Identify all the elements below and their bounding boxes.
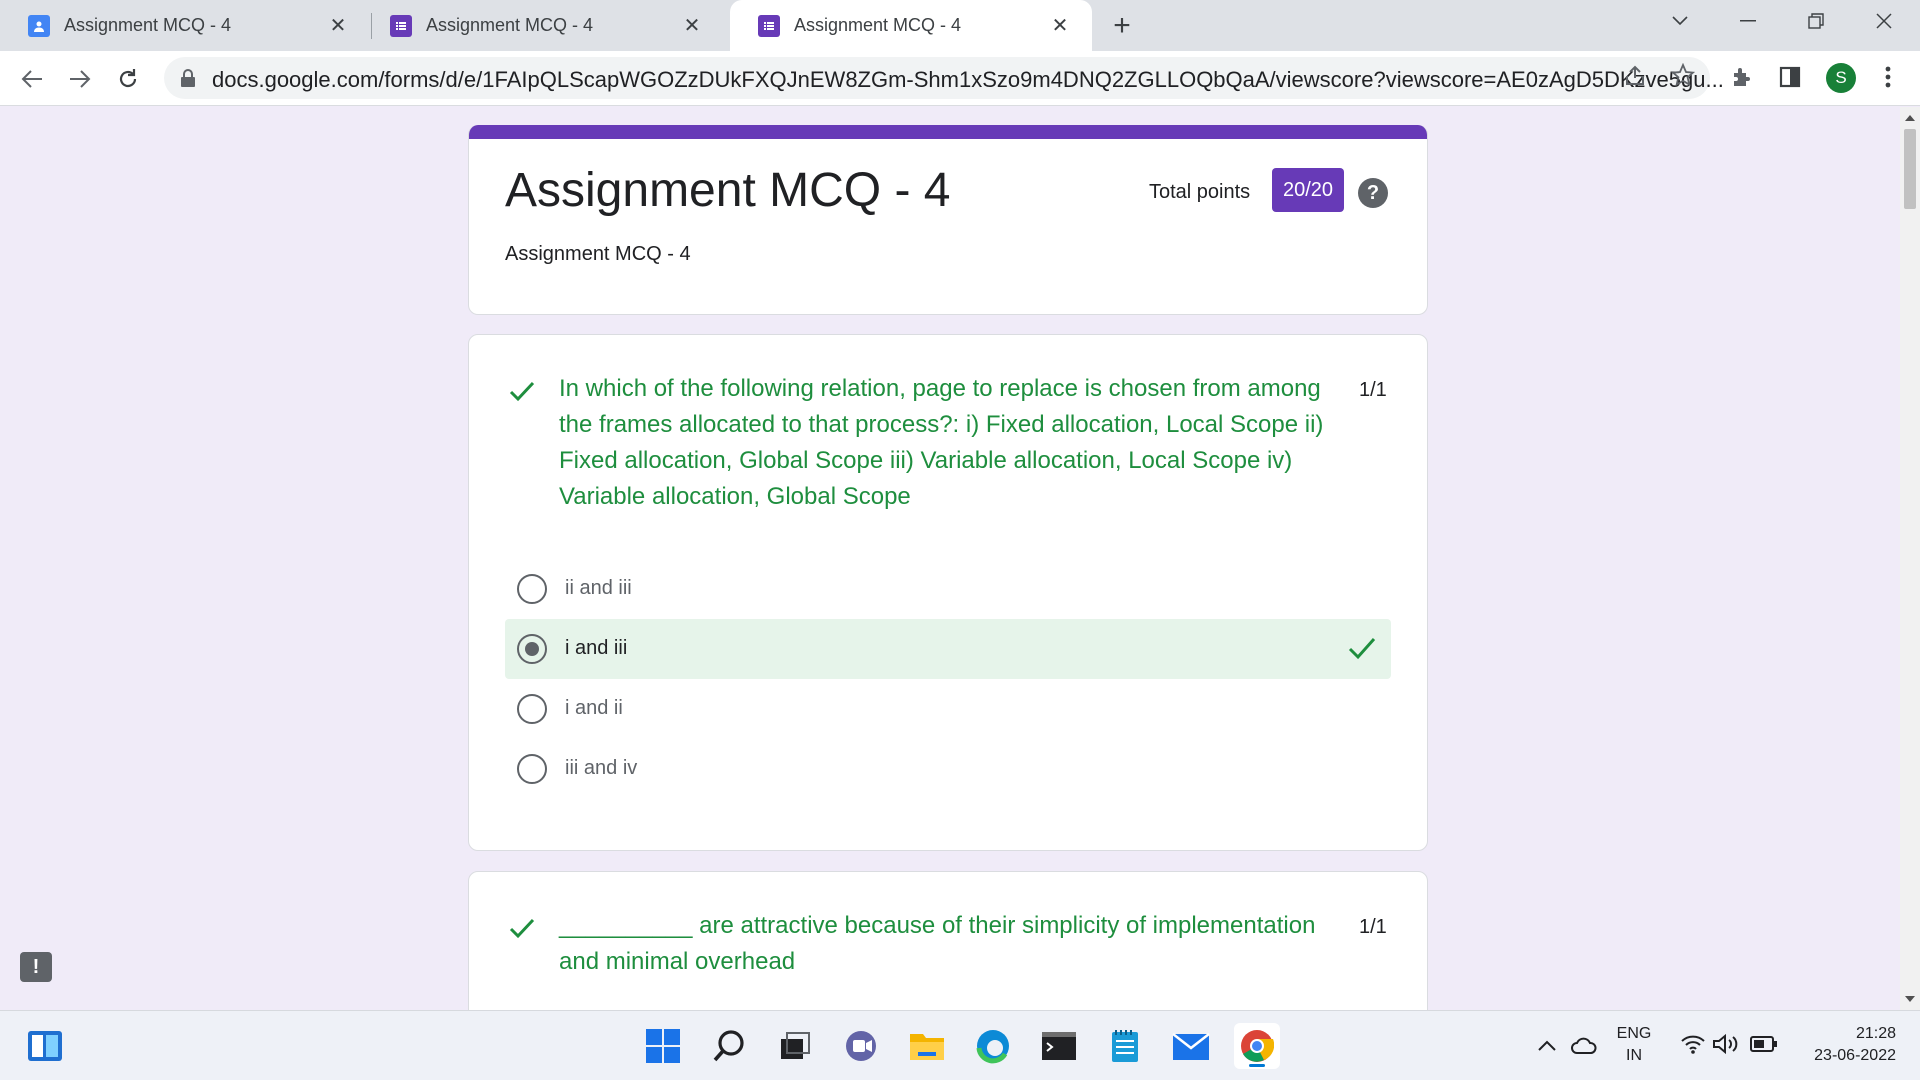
- browser-toolbar: docs.google.com/forms/d/e/1FAIpQLScapWGO…: [0, 51, 1920, 106]
- option-label: i and ii: [565, 697, 623, 719]
- tab-close-icon[interactable]: ✕: [680, 14, 704, 38]
- profile-avatar[interactable]: S: [1826, 63, 1856, 93]
- answer-option-selected: i and iii: [505, 619, 1391, 679]
- tab-3[interactable]: Assignment MCQ - 4 ✕: [730, 0, 1092, 51]
- tab-title: Assignment MCQ - 4: [794, 15, 962, 35]
- google-forms-icon: [758, 14, 780, 37]
- option-label: iii and iv: [565, 757, 638, 779]
- page-content: Assignment MCQ - 4 Assignment MCQ - 4 To…: [0, 107, 1900, 1010]
- form-header-card: Assignment MCQ - 4 Assignment MCQ - 4 To…: [468, 125, 1428, 315]
- clock-date: 23-06-2022: [1814, 1047, 1896, 1064]
- minimize-icon[interactable]: [1718, 0, 1778, 42]
- tab-close-icon[interactable]: ✕: [326, 14, 350, 38]
- tab-title: Assignment MCQ - 4: [64, 15, 232, 35]
- question-card: In which of the following relation, page…: [468, 334, 1428, 851]
- onedrive-cloud-icon[interactable]: [1570, 1035, 1598, 1057]
- active-app-indicator: [1249, 1064, 1265, 1067]
- task-view-icon[interactable]: [772, 1023, 818, 1069]
- volume-icon[interactable]: [1712, 1033, 1740, 1057]
- answer-option: ii and iii: [505, 559, 1391, 619]
- tab-close-icon[interactable]: ✕: [1048, 14, 1072, 38]
- correct-check-icon: [509, 381, 535, 402]
- tab-2[interactable]: Assignment MCQ - 4 ✕: [362, 0, 724, 51]
- address-bar[interactable]: docs.google.com/forms/d/e/1FAIpQLScapWGO…: [164, 57, 1724, 99]
- question-score: 1/1: [1359, 379, 1387, 401]
- bookmark-star-icon[interactable]: [1671, 63, 1695, 87]
- back-arrow-icon[interactable]: [16, 63, 48, 95]
- reload-icon[interactable]: [112, 63, 144, 95]
- question-card: __________ are attractive because of the…: [468, 871, 1428, 1010]
- file-explorer-icon[interactable]: [904, 1023, 950, 1069]
- tab-1[interactable]: Assignment MCQ - 4 ✕: [0, 0, 370, 51]
- wifi-icon[interactable]: [1680, 1033, 1706, 1057]
- scroll-thumb[interactable]: [1904, 129, 1916, 209]
- total-points-badge: 20/20: [1272, 168, 1344, 212]
- google-classroom-icon: [28, 14, 50, 37]
- radio-button: [517, 754, 547, 784]
- help-icon[interactable]: ?: [1358, 178, 1388, 208]
- chrome-icon[interactable]: [1234, 1023, 1280, 1069]
- side-panel-icon[interactable]: [1776, 63, 1804, 91]
- language-indicator[interactable]: ENG IN: [1614, 1023, 1654, 1067]
- answer-option: iii and iv: [505, 739, 1391, 799]
- answer-option: i and ii: [505, 679, 1391, 739]
- radio-button-selected: [517, 634, 547, 664]
- radio-button: [517, 574, 547, 604]
- teams-chat-icon[interactable]: [838, 1023, 884, 1069]
- more-menu-icon[interactable]: [1874, 63, 1902, 91]
- scroll-down-arrow-icon[interactable]: [1905, 996, 1915, 1002]
- form-title: Assignment MCQ - 4: [505, 164, 951, 217]
- windows-taskbar: ENG IN 21:28 23-06-2022: [0, 1010, 1920, 1080]
- widgets-icon[interactable]: [22, 1023, 68, 1069]
- page-scrollbar[interactable]: [1900, 107, 1920, 1010]
- terminal-icon[interactable]: [1036, 1023, 1082, 1069]
- search-icon[interactable]: [706, 1023, 752, 1069]
- option-label: ii and iii: [565, 577, 632, 599]
- clock-time: 21:28: [1855, 1025, 1896, 1042]
- question-score: 1/1: [1359, 916, 1387, 938]
- language-code: ENG: [1616, 1025, 1652, 1042]
- clock[interactable]: 21:28 23-06-2022: [1790, 1023, 1896, 1067]
- correct-answer-check-icon: [1348, 638, 1376, 660]
- extensions-puzzle-icon[interactable]: [1728, 63, 1756, 91]
- notepad-icon[interactable]: [1102, 1023, 1148, 1069]
- restore-icon[interactable]: [1786, 0, 1846, 42]
- tab-search-icon[interactable]: [1650, 0, 1710, 42]
- close-window-icon[interactable]: [1854, 0, 1914, 42]
- browser-tab-strip: Assignment MCQ - 4 ✕ Assignment MCQ - 4 …: [0, 0, 1920, 51]
- forward-arrow-icon[interactable]: [64, 63, 96, 95]
- lock-icon[interactable]: [180, 69, 196, 87]
- report-feedback-button[interactable]: !: [20, 952, 52, 982]
- option-label: i and iii: [565, 637, 628, 659]
- show-hidden-icons-chevron-icon[interactable]: [1536, 1035, 1558, 1057]
- question-text: __________ are attractive because of the…: [559, 912, 1316, 975]
- share-icon[interactable]: [1623, 63, 1647, 87]
- form-description: Assignment MCQ - 4: [505, 243, 691, 265]
- windows-start-icon[interactable]: [640, 1023, 686, 1069]
- question-text: In which of the following relation, page…: [559, 375, 1324, 510]
- edge-icon[interactable]: [970, 1023, 1016, 1069]
- google-forms-icon: [390, 14, 412, 37]
- url-text[interactable]: docs.google.com/forms/d/e/1FAIpQLScapWGO…: [212, 67, 1772, 93]
- region-code: IN: [1626, 1047, 1642, 1064]
- radio-button: [517, 694, 547, 724]
- form-accent-band: [469, 125, 1427, 139]
- battery-icon[interactable]: [1750, 1035, 1778, 1055]
- mail-icon[interactable]: [1168, 1023, 1214, 1069]
- correct-check-icon: [509, 918, 535, 939]
- new-tab-button[interactable]: +: [1106, 9, 1138, 42]
- total-points-label: Total points: [1149, 181, 1251, 203]
- scroll-up-arrow-icon[interactable]: [1905, 115, 1915, 121]
- tab-title: Assignment MCQ - 4: [426, 15, 594, 35]
